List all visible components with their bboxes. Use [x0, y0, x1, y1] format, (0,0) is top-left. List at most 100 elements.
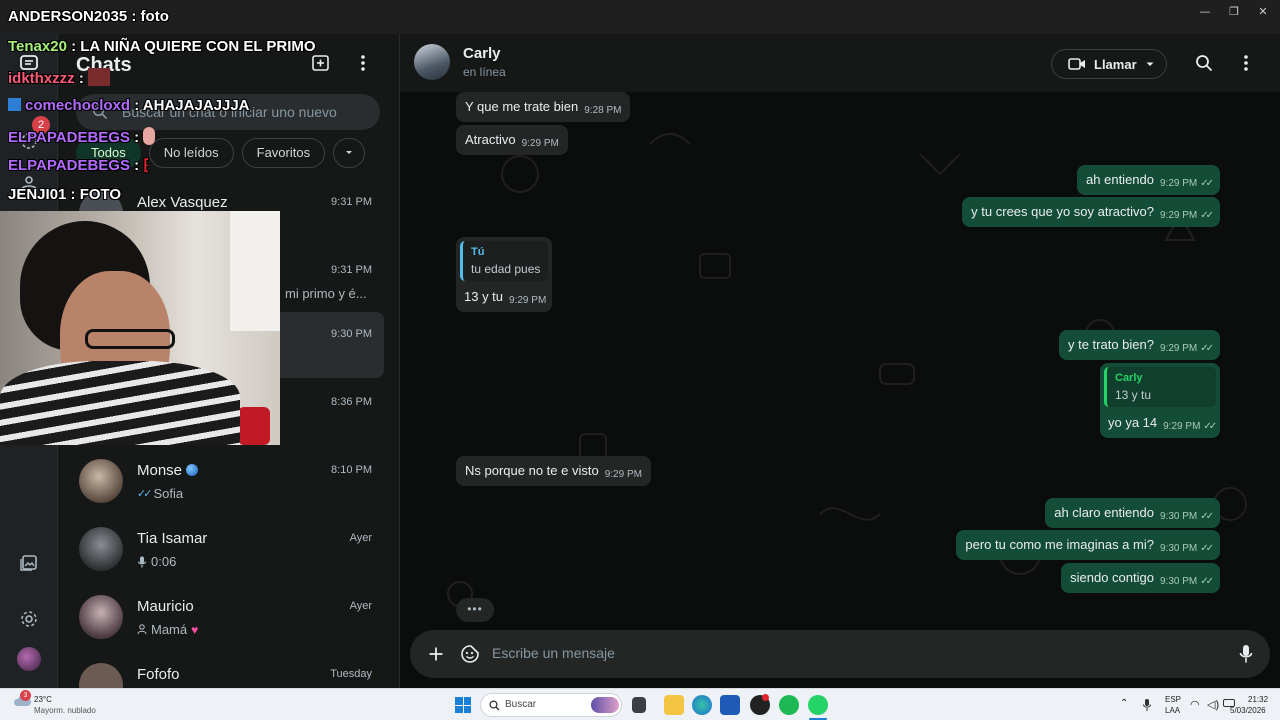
message-outgoing[interactable]: y tu crees que yo soy atractivo? 9:29 PM ✓… [962, 197, 1220, 227]
language-bottom[interactable]: LAA [1165, 706, 1180, 715]
message-time: 9:28 PM [584, 105, 622, 116]
filter-all[interactable]: Todos [76, 138, 141, 168]
chat-preview: Mamá ♥ [137, 622, 198, 637]
new-chat-icon[interactable] [308, 50, 334, 76]
taskbar-search[interactable]: Buscar [480, 693, 622, 717]
chat-time: 9:31 PM [331, 264, 372, 276]
minimize-button[interactable]: — [1191, 4, 1219, 20]
message-time: 9:29 PM [509, 295, 547, 306]
start-windows-icon[interactable] [455, 697, 471, 713]
windows-taskbar: 3 23°C Mayorm. nublado Buscar ⌃ ESP LAA … [0, 688, 1280, 720]
clock-time[interactable]: 21:32 [1248, 695, 1268, 704]
conversation-header: Carly en línea Llamar [400, 34, 1280, 92]
search-icon [489, 700, 500, 711]
message-text: yo ya 14 [1108, 415, 1158, 430]
contact-name[interactable]: Carly [463, 45, 501, 62]
message-outgoing[interactable]: y te trato bien? 9:29 PM ✓✓ [1058, 330, 1220, 360]
whatsapp-icon[interactable] [808, 695, 828, 715]
search-input[interactable]: Buscar un chat o iniciar uno nuevo [76, 94, 380, 130]
tray-microphone-icon[interactable] [1142, 698, 1152, 712]
media-gallery-icon[interactable] [14, 548, 44, 578]
chat-name: Mauricio [137, 598, 194, 615]
language-top[interactable]: ESP [1165, 695, 1181, 704]
chat-row-fofofo[interactable]: Fofofo Tuesday [66, 652, 384, 688]
message-text: Y que me trate bien [465, 99, 579, 114]
chat-time: 9:30 PM [331, 328, 372, 340]
quote-author: Tú [471, 246, 485, 258]
message-incoming[interactable]: Ns porque no te e visto 9:29 PM [456, 456, 651, 486]
filter-favorites[interactable]: Favoritos [241, 138, 326, 168]
weather-badge: 3 [20, 690, 31, 701]
task-view-icon[interactable] [632, 697, 646, 713]
conversation-menu-icon[interactable] [1234, 51, 1258, 75]
quote-author: Carly [1115, 372, 1143, 384]
chat-preview: ✓✓ Sofia [137, 486, 183, 501]
filter-unread[interactable]: No leídos [148, 138, 234, 168]
weather-desc: Mayorm. nublado [34, 706, 96, 715]
message-outgoing[interactable]: pero tu como me imaginas a mi? 9:30 PM ✓✓ [956, 530, 1220, 560]
chat-row-tia-isamar[interactable]: Tia Isamar Ayer 0:06 [66, 516, 384, 582]
avatar [79, 663, 123, 688]
communities-nav-icon[interactable] [14, 168, 44, 198]
read-ticks-icon: ✓✓ [1200, 543, 1214, 554]
quoted-message[interactable]: Carly 13 y tu [1104, 367, 1216, 407]
search-messages-icon[interactable] [1192, 51, 1216, 75]
message-incoming[interactable]: Y que me trate bien 9:28 PM [456, 92, 631, 122]
tray-chevron-up-icon[interactable]: ⌃ [1120, 698, 1128, 709]
chat-name: Alex Vasquez [137, 194, 228, 211]
search-highlight-image [591, 697, 619, 713]
file-explorer-icon[interactable] [664, 695, 684, 715]
status-nav-icon[interactable] [14, 126, 44, 156]
settings-gear-icon[interactable] [14, 604, 44, 634]
wifi-icon[interactable]: ◠ [1190, 698, 1200, 711]
sticker-emoji-icon[interactable] [458, 642, 482, 666]
typing-indicator: ••• [456, 598, 494, 622]
filter-more-chevron-icon[interactable] [333, 138, 366, 168]
message-text: ah entiendo [1086, 172, 1154, 187]
message-outgoing[interactable]: ah entiendo 9:29 PM ✓✓ [1077, 165, 1220, 195]
message-incoming[interactable]: Atractivo 9:29 PM [456, 125, 568, 155]
voice-duration: 0:06 [151, 554, 177, 569]
message-input[interactable]: Escribe un mensaje [492, 645, 615, 661]
message-outgoing[interactable]: siendo contigo 9:30 PM ✓✓ [1061, 563, 1220, 593]
video-camera-icon [1068, 58, 1085, 70]
clock-date[interactable]: 5/03/2026 [1230, 706, 1266, 715]
chat-preview: 0:06 [137, 554, 176, 569]
edge-browser-icon[interactable] [692, 695, 712, 715]
message-text: pero tu como me imaginas a mi? [965, 537, 1154, 552]
chat-list-title: Chats [76, 54, 132, 76]
microphone-icon[interactable] [1234, 642, 1258, 666]
maximize-button[interactable]: ❐ [1220, 4, 1248, 20]
chat-row-mauricio[interactable]: Mauricio Ayer Mamá ♥ [66, 584, 384, 650]
quoted-message[interactable]: Tú tu edad pues [460, 241, 548, 281]
spotify-icon[interactable] [779, 695, 799, 715]
person-icon [137, 624, 147, 635]
message-incoming-reply[interactable]: Tú tu edad pues 13 y tu 9:29 PM [456, 237, 552, 312]
chat-name-text: Monse [137, 462, 183, 479]
store-icon[interactable] [720, 695, 740, 715]
chat-time: Tuesday [330, 668, 372, 680]
message-outgoing[interactable]: ah claro entiendo 9:30 PM ✓✓ [1045, 498, 1220, 528]
message-time: 9:30 PM [1159, 543, 1198, 554]
close-button[interactable]: ✕ [1249, 4, 1277, 20]
message-text: ah claro entiendo [1054, 505, 1154, 520]
contact-avatar[interactable] [414, 44, 450, 80]
volume-icon[interactable]: ◁) [1207, 698, 1219, 711]
chat-row-monse[interactable]: Monse 8:10 PM ✓✓ Sofia [66, 448, 384, 514]
search-placeholder: Buscar un chat o iniciar uno nuevo [122, 104, 337, 120]
read-ticks-icon: ✓✓ [137, 488, 153, 500]
chats-nav-icon[interactable] [14, 48, 44, 78]
call-button[interactable]: Llamar [1051, 49, 1167, 79]
search-icon [92, 104, 108, 120]
read-ticks-icon: ✓✓ [1203, 421, 1217, 432]
contact-status: en línea [463, 65, 506, 79]
attach-plus-icon[interactable] [424, 642, 448, 666]
message-text: y tu crees que yo soy atractivo? [971, 204, 1154, 219]
chat-name: Monse [137, 462, 199, 479]
message-time: 9:29 PM [1159, 343, 1198, 354]
message-text: Ns porque no te e visto [465, 463, 599, 478]
menu-kebab-icon[interactable] [350, 50, 376, 76]
message-outgoing-reply[interactable]: Carly 13 y tu yo ya 14 9:29 PM ✓✓ [1100, 363, 1220, 438]
profile-avatar[interactable] [14, 644, 44, 674]
message-composer: Escribe un mensaje [410, 630, 1270, 678]
